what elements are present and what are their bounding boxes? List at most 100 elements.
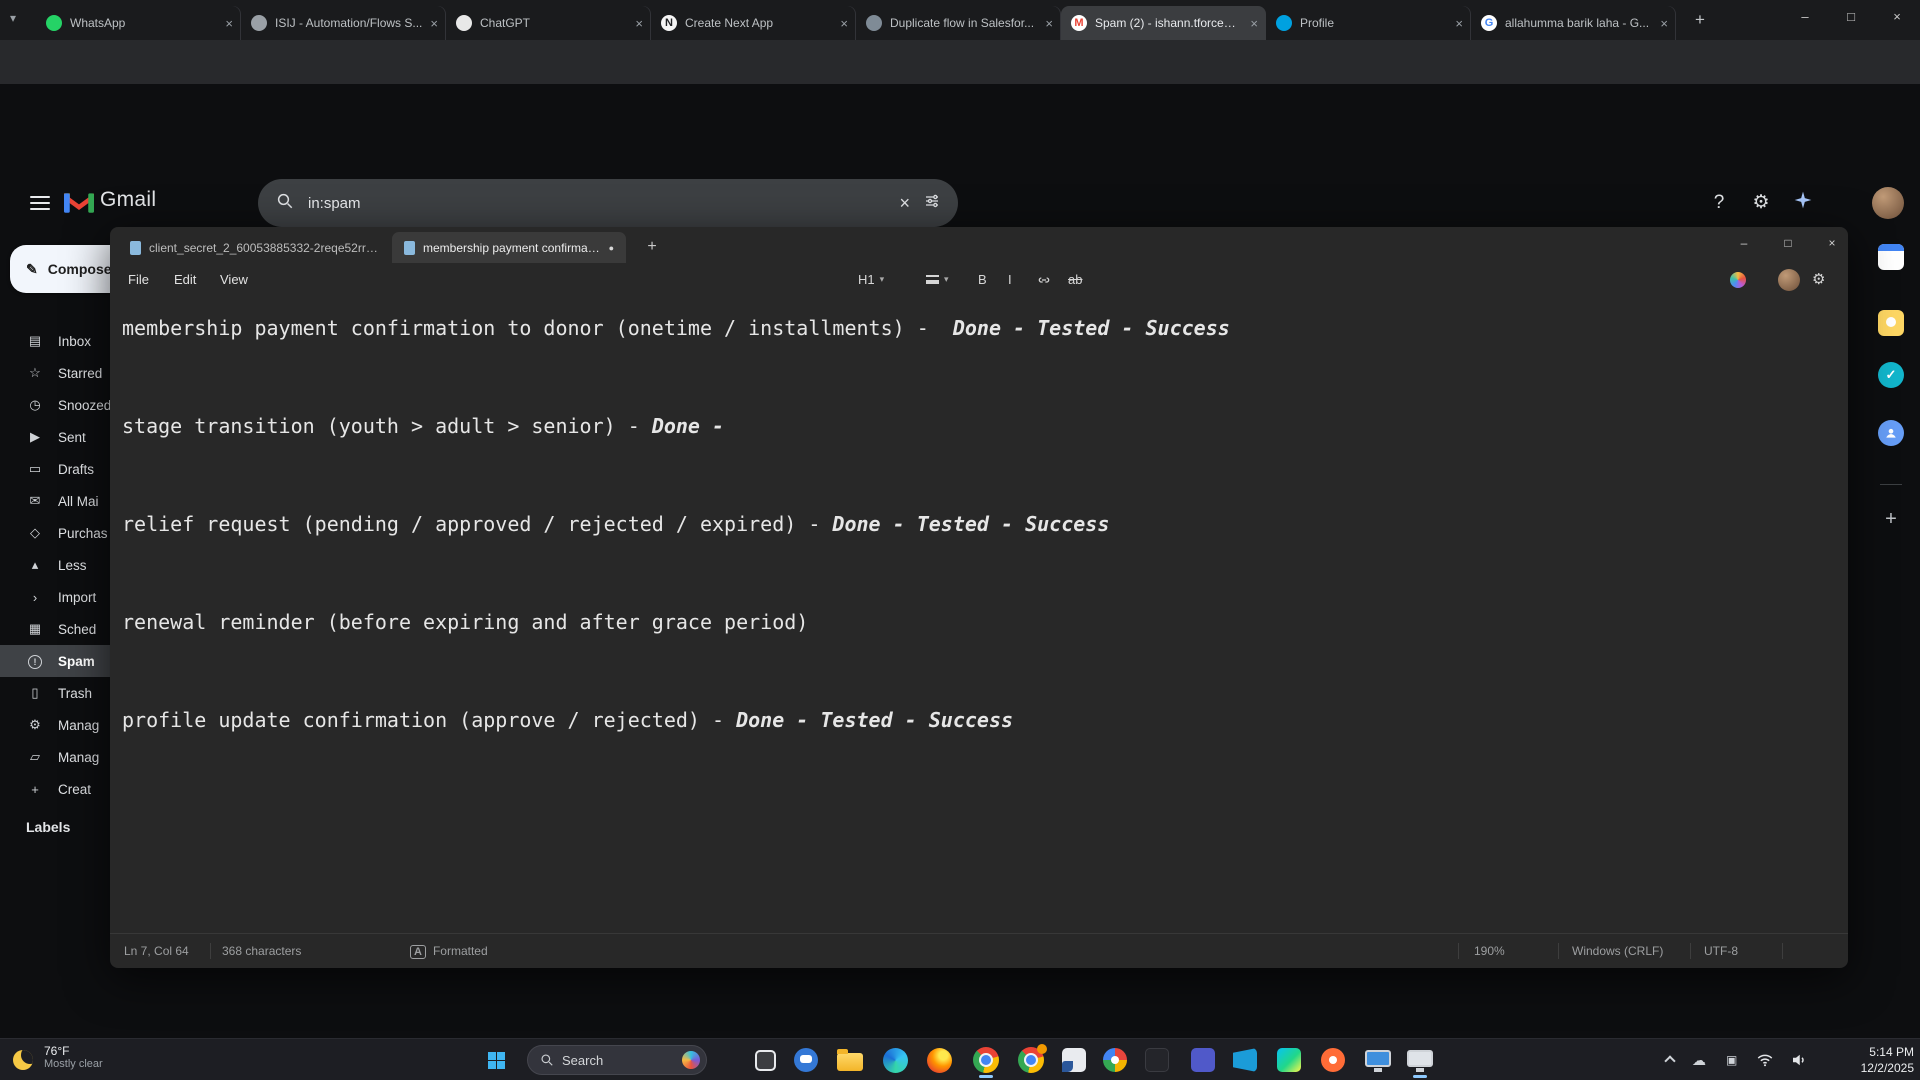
notepad-new-tab-button[interactable]: + xyxy=(640,235,664,259)
menu-file[interactable]: File xyxy=(122,263,155,296)
browser-tab-chatgpt[interactable]: ChatGPT × xyxy=(446,6,651,40)
teams-icon[interactable] xyxy=(1184,1041,1222,1079)
chat-icon[interactable] xyxy=(787,1041,825,1079)
clock-icon: ◷ xyxy=(26,397,44,413)
file-explorer-icon[interactable] xyxy=(831,1041,869,1079)
menu-edit[interactable]: Edit xyxy=(168,263,202,296)
strikethrough-button[interactable]: ab xyxy=(1068,263,1082,296)
monitor-app-icon[interactable] xyxy=(1401,1041,1439,1079)
encoding[interactable]: UTF-8 xyxy=(1704,934,1738,968)
account-avatar[interactable] xyxy=(1872,187,1904,219)
tab-close-icon[interactable]: × xyxy=(635,16,643,31)
edge-icon[interactable] xyxy=(876,1041,914,1079)
copilot-icon[interactable] xyxy=(1730,263,1746,296)
new-tab-button[interactable]: + xyxy=(1688,8,1712,32)
calendar-icon[interactable] xyxy=(1878,244,1904,270)
window-close-button[interactable]: × xyxy=(1874,0,1920,34)
editor-line: stage transition (youth > adult > senior… xyxy=(122,402,1838,451)
settings-gear-icon[interactable]: ⚙ xyxy=(1748,190,1774,216)
send-icon: ▶ xyxy=(26,429,44,445)
google-apps-grid-icon[interactable] xyxy=(1830,190,1856,216)
browser-tab-google-search[interactable]: G allahumma barik laha - G... × xyxy=(1471,6,1676,40)
contacts-icon[interactable] xyxy=(1878,420,1904,446)
word-icon[interactable] xyxy=(1055,1041,1093,1079)
notepad-account-avatar[interactable] xyxy=(1778,269,1800,291)
site-favicon xyxy=(866,15,882,31)
side-panel-divider xyxy=(1880,484,1902,485)
notepad-close-button[interactable]: × xyxy=(1812,227,1852,260)
browser-tab-gmail-spam-active[interactable]: M Spam (2) - ishann.tforce@... × xyxy=(1061,6,1266,40)
zoom-level[interactable]: 190% xyxy=(1474,934,1505,968)
photos-icon[interactable] xyxy=(1096,1041,1134,1079)
notepad-maximize-button[interactable]: □ xyxy=(1768,227,1808,260)
help-icon[interactable]: ? xyxy=(1706,190,1732,216)
remote-desktop-icon[interactable] xyxy=(1359,1041,1397,1079)
search-highlights-icon xyxy=(682,1051,700,1069)
main-menu-hamburger-icon[interactable] xyxy=(30,196,50,210)
chrome-profile-2-icon[interactable] xyxy=(1012,1041,1050,1079)
taskbar-search-box[interactable]: Search xyxy=(527,1045,707,1075)
get-add-ons-icon[interactable]: + xyxy=(1878,506,1904,532)
tray-generic-icon[interactable]: ▣ xyxy=(1726,1050,1737,1070)
text-editor-area[interactable]: membership payment confirmation to donor… xyxy=(110,297,1848,933)
browser-tab-isij[interactable]: ISIJ - Automation/Flows S... × xyxy=(241,6,446,40)
tab-close-icon[interactable]: × xyxy=(840,16,848,31)
list-style-dropdown[interactable]: ▾ xyxy=(926,263,949,296)
search-icon[interactable] xyxy=(276,192,294,215)
notepad-tab-membership-active[interactable]: membership payment confirmation ● xyxy=(392,232,626,263)
vscode-icon[interactable] xyxy=(1226,1041,1264,1079)
tab-close-icon[interactable]: × xyxy=(1250,16,1258,31)
pycharm-icon[interactable] xyxy=(1270,1041,1308,1079)
tab-search-icon[interactable]: ▾ xyxy=(10,11,16,25)
windows-taskbar: 76°F Mostly clear Search ☁ ▣ xyxy=(0,1038,1920,1080)
onedrive-cloud-icon[interactable]: ☁ xyxy=(1692,1050,1706,1070)
chrome-icon-active[interactable] xyxy=(967,1041,1005,1079)
task-view-icon[interactable] xyxy=(746,1041,784,1079)
notepad-settings-gear-icon[interactable]: ⚙ xyxy=(1812,263,1825,296)
browser-tab-salesforce-flow[interactable]: Duplicate flow in Salesfor... × xyxy=(856,6,1061,40)
weather-widget[interactable] xyxy=(6,1041,40,1079)
tab-close-icon[interactable]: × xyxy=(430,16,438,31)
tab-close-icon[interactable]: × xyxy=(1455,16,1463,31)
line-ending-type[interactable]: Windows (CRLF) xyxy=(1572,934,1663,968)
notepad-window: client_secret_2_60053885332-2reqe52rribe… xyxy=(110,227,1848,968)
clock-widget[interactable]: 5:14 PM 12/2/2025 xyxy=(1824,1044,1914,1076)
search-query-text[interactable]: in:spam xyxy=(308,195,885,212)
star-icon: ☆ xyxy=(26,365,44,381)
label-icon: ▱ xyxy=(26,749,44,765)
menu-view[interactable]: View xyxy=(214,263,254,296)
window-minimize-button[interactable]: – xyxy=(1782,0,1828,34)
volume-icon[interactable] xyxy=(1790,1051,1808,1074)
notepad-minimize-button[interactable]: – xyxy=(1724,227,1764,260)
tab-close-icon[interactable]: × xyxy=(225,16,233,31)
terminal-icon[interactable] xyxy=(1138,1041,1176,1079)
heading-style-dropdown[interactable]: H1▾ xyxy=(858,263,884,296)
inbox-icon: ▤ xyxy=(26,333,44,349)
bold-button[interactable]: B xyxy=(978,263,987,296)
weather-text[interactable]: 76°F Mostly clear xyxy=(44,1044,103,1070)
insert-link-icon[interactable] xyxy=(1036,263,1052,296)
mail-search-bar[interactable]: in:spam × xyxy=(258,179,958,227)
browser-tab-profile[interactable]: Profile × xyxy=(1266,6,1471,40)
formatted-indicator[interactable]: AFormatted xyxy=(410,934,488,968)
tasks-icon[interactable]: ✓ xyxy=(1878,362,1904,388)
notepad-tab-client-secret[interactable]: client_secret_2_60053885332-2reqe52rribe… xyxy=(118,232,390,263)
postman-icon[interactable] xyxy=(1314,1041,1352,1079)
clear-search-icon[interactable]: × xyxy=(899,193,910,214)
gemini-sparkle-icon[interactable] xyxy=(1790,190,1816,216)
tab-close-icon[interactable]: × xyxy=(1045,16,1053,31)
start-button[interactable] xyxy=(477,1041,515,1079)
chevron-down-icon: ▾ xyxy=(880,263,885,296)
browser-tab-whatsapp[interactable]: WhatsApp × xyxy=(36,6,241,40)
tab-close-icon[interactable]: × xyxy=(1660,16,1668,31)
keep-notes-icon[interactable] xyxy=(1878,310,1904,336)
hidden-icons-chevron[interactable] xyxy=(1664,1055,1675,1066)
wifi-icon[interactable] xyxy=(1756,1051,1774,1074)
gmail-brand-text: Gmail xyxy=(100,188,156,212)
firefox-icon[interactable] xyxy=(920,1041,958,1079)
italic-button[interactable]: I xyxy=(1008,263,1012,296)
window-maximize-button[interactable]: □ xyxy=(1828,0,1874,34)
search-options-icon[interactable] xyxy=(924,193,940,214)
browser-tab-next-app[interactable]: N Create Next App × xyxy=(651,6,856,40)
tab-title: allahumma barik laha - G... xyxy=(1505,16,1654,30)
